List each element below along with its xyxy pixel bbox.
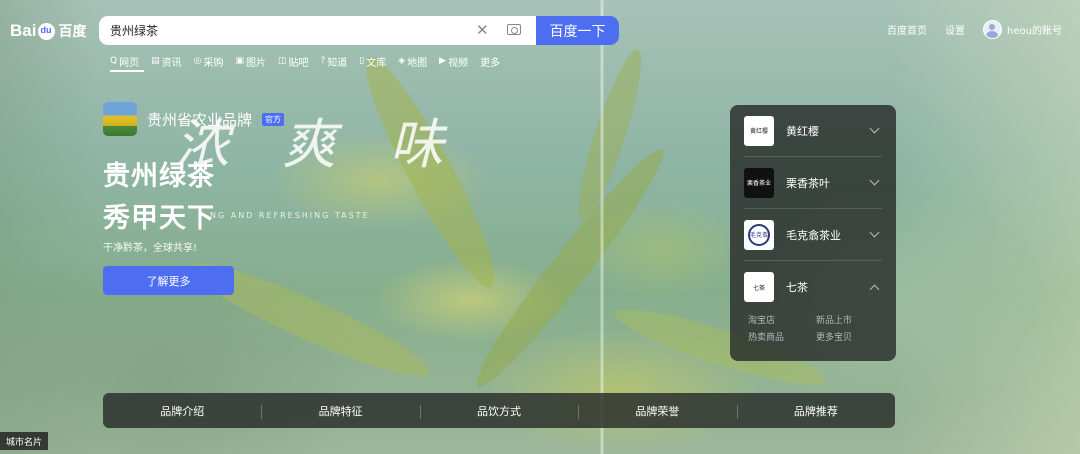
brand-item-lixiang[interactable]: 栗香茶业 栗香茶叶 — [744, 157, 882, 209]
hero-title: 贵州绿茶 — [103, 161, 215, 192]
brand-logo-text: 毛克翕 — [748, 223, 770, 246]
avatar-icon — [983, 19, 1003, 39]
tab-zhidao[interactable]: ? 知道 — [320, 54, 348, 69]
tab-label: 采购 — [203, 57, 224, 69]
tab-purchase[interactable]: ◎ 采购 — [193, 54, 224, 69]
brand-item-qicha[interactable]: 七茶 七茶 — [744, 261, 882, 313]
glass-seam — [600, 0, 604, 454]
settings-link[interactable]: 设置 — [945, 22, 965, 37]
sub-link-taobao[interactable]: 淘宝店 — [748, 313, 816, 326]
document-icon: ▯ — [359, 56, 365, 66]
brand-logo-text: 栗香茶业 — [746, 180, 771, 187]
tab-label: 图片 — [245, 57, 266, 69]
tab-images[interactable]: ▣ 图片 — [235, 54, 266, 69]
brand-item-maokexi[interactable]: 毛克翕 毛克翕茶业 — [744, 209, 882, 261]
news-icon: ▤ — [151, 56, 160, 66]
tab-more[interactable]: 更多 — [480, 54, 501, 69]
tab-web[interactable]: Q 网页 — [110, 54, 140, 69]
hero-slogan: 干净黔茶，全球共享! — [103, 243, 198, 254]
home-link[interactable]: 百度首页 — [887, 22, 927, 37]
brand-item-logo: 毛克翕 — [744, 219, 774, 250]
brand-item-name: 毛克翕茶业 — [786, 228, 841, 242]
chevron-up-icon[interactable] — [869, 284, 880, 294]
search-input[interactable] — [99, 16, 459, 45]
tab-map[interactable]: ◈ 地图 — [398, 54, 428, 69]
question-icon: ? — [320, 56, 326, 66]
brand-item-logo: 栗香茶业 — [744, 167, 774, 198]
tab-label: 地图 — [407, 57, 428, 69]
brand-list-panel: 黄红樱 黄红樱 栗香茶业 栗香茶叶 毛克翕 毛克翕茶业 七茶 七茶 淘宝店 新品… — [730, 105, 896, 361]
brand-bottom-nav: 品牌介绍 品牌特征 品饮方式 品牌荣誉 品牌推荐 — [103, 393, 895, 428]
video-icon: ▶ — [439, 56, 447, 66]
chevron-down-icon[interactable] — [869, 227, 880, 238]
search-tabs: Q 网页 ▤ 资讯 ◎ 采购 ▣ 图片 ◫ 贴吧 ? 知道 ▯ 文库 ◈ 地图 ▶ 视频 更多 — [110, 54, 501, 69]
map-icon: ◈ — [398, 56, 406, 66]
nav-brand-recommend[interactable]: 品牌推荐 — [736, 403, 895, 419]
tab-label: 更多 — [480, 57, 501, 69]
active-tab-indicator — [110, 70, 144, 72]
nav-drinking-method[interactable]: 品饮方式 — [419, 403, 578, 419]
brand-item-huanghongying[interactable]: 黄红樱 黄红樱 — [744, 105, 882, 157]
logo-text: Bai — [10, 21, 37, 40]
search-icon: Q — [110, 56, 118, 66]
tab-news[interactable]: ▤ 资讯 — [151, 54, 182, 69]
brand-item-logo: 黄红樱 — [744, 115, 774, 146]
tab-label: 网页 — [119, 57, 140, 69]
brand-logo[interactable] — [103, 102, 137, 136]
nav-brand-intro[interactable]: 品牌介绍 — [103, 403, 261, 419]
tab-label: 文库 — [366, 57, 387, 69]
chevron-down-icon[interactable] — [869, 175, 880, 186]
close-icon[interactable]: ✕ — [476, 21, 489, 39]
tab-label: 贴吧 — [288, 57, 309, 69]
top-right-nav: 百度首页 设置 heou的账号 — [887, 16, 1062, 42]
brand-sub-links: 淘宝店 新品上市 热卖商品 更多宝贝 — [744, 313, 882, 343]
brand-logo-text: 七茶 — [752, 284, 765, 292]
background-shade-right — [895, 0, 1080, 454]
learn-more-button[interactable]: 了解更多 — [103, 266, 234, 295]
search-button[interactable]: 百度一下 — [536, 16, 619, 45]
brand-header: 贵州省农业品牌 官方 — [103, 102, 285, 136]
user-menu[interactable]: heou的账号 — [983, 19, 1062, 39]
tab-video[interactable]: ▶ 视频 — [439, 54, 469, 69]
brand-item-name: 栗香茶叶 — [786, 176, 830, 190]
tab-label: 资讯 — [161, 57, 182, 69]
brand-name[interactable]: 贵州省农业品牌 — [147, 109, 252, 130]
sub-link-new[interactable]: 新品上市 — [816, 313, 884, 326]
brand-item-name: 七茶 — [786, 281, 808, 294]
baidu-logo[interactable]: Bai 百度 — [10, 20, 86, 42]
purchase-icon: ◎ — [193, 56, 202, 66]
official-badge: 官方 — [262, 112, 285, 126]
paw-icon — [38, 22, 56, 40]
background-shade-left — [0, 0, 100, 454]
tieba-icon: ◫ — [277, 56, 287, 66]
tab-label: 知道 — [327, 57, 348, 69]
sub-link-more[interactable]: 更多宝贝 — [816, 330, 884, 343]
sub-link-hot[interactable]: 热卖商品 — [748, 330, 816, 343]
hero-subtitle: 秀甲天下 — [103, 203, 215, 234]
tab-wenku[interactable]: ▯ 文库 — [359, 54, 387, 69]
nav-brand-honors[interactable]: 品牌荣誉 — [578, 403, 736, 419]
city-card-label[interactable]: 城市名片 — [0, 432, 49, 450]
logo-suffix: 百度 — [58, 23, 87, 39]
chevron-down-icon[interactable] — [869, 123, 880, 134]
nav-brand-features[interactable]: 品牌特征 — [261, 403, 419, 419]
brand-logo-text: 黄红樱 — [749, 128, 768, 135]
tab-tieba[interactable]: ◫ 贴吧 — [277, 54, 309, 69]
brand-item-logo: 七茶 — [744, 272, 774, 302]
tab-label: 视频 — [448, 57, 469, 69]
username: heou的账号 — [1007, 25, 1062, 37]
decorative-tagline: NG AND REFRESHING TASTE — [210, 211, 370, 220]
brand-item-name: 黄红樱 — [786, 124, 819, 138]
search-box: ✕ 百度一下 — [99, 16, 619, 45]
camera-icon[interactable] — [507, 24, 521, 35]
image-icon: ▣ — [235, 56, 244, 66]
